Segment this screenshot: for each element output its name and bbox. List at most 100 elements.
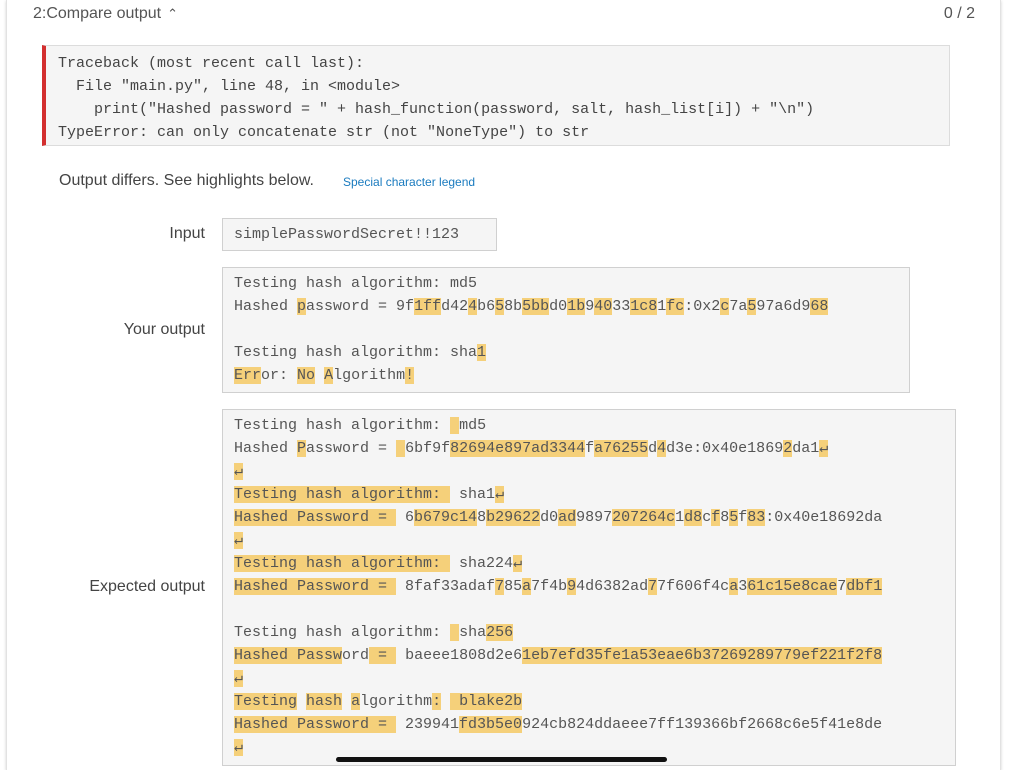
diff-highlight: 1c8 [630, 298, 658, 315]
output-text: lgorithm [333, 367, 406, 384]
output-text: 924cb824ddaeee7ff139366bf2668c6e5f41e8de [522, 716, 883, 733]
diff-highlight: d8 [684, 509, 703, 526]
diff-highlight: 1eb7efd35fe1a53eae6b37269289779ef221f2f8 [522, 647, 883, 664]
output-text: 3 [738, 578, 748, 595]
output-line: Testing hash algorithm: sha256 [234, 624, 514, 641]
expected-output-box: Testing hash algorithm: md5 Hashed Passw… [222, 409, 956, 766]
output-line: Testing hash algorithm: blake2b [234, 693, 523, 710]
diff-highlight: 207264c [612, 509, 676, 526]
diff-highlight [450, 417, 460, 434]
output-text: Testing hash algorithm: [234, 417, 451, 434]
diff-highlight: fd3b5e0 [459, 716, 523, 733]
output-line: ↵ [234, 739, 244, 756]
newline-marker: ↵ [234, 739, 244, 756]
input-label: Input [169, 225, 205, 242]
your-output-box: Testing hash algorithm: md5 Hashed passw… [222, 267, 910, 393]
test-title: 2:Compare output [33, 5, 162, 22]
your-output-text: Testing hash algorithm: md5 Hashed passw… [234, 272, 909, 387]
diff-highlight: 4 [657, 440, 667, 457]
diff-highlight: 7 [495, 578, 505, 595]
newline-marker: ↵ [234, 670, 244, 687]
newline-marker: ↵ [234, 463, 244, 480]
diff-highlight: 256 [486, 624, 514, 641]
diff-highlight: 83 [747, 509, 766, 526]
output-text: 8faf33adaf [396, 578, 496, 595]
newline-marker: ↵ [819, 440, 829, 457]
output-text: 7a [729, 298, 748, 315]
diff-highlight: 7 [648, 578, 658, 595]
diff-highlight: hash [306, 693, 343, 710]
diff-highlight: b679c14 [414, 509, 478, 526]
output-line: Hashed Password = 8faf33adaf785a7f4b94d6… [234, 578, 883, 595]
compare-output-toggle[interactable]: 2:Compare output ⌃ [33, 5, 178, 23]
output-line: Testing hash algorithm: sha1↵ [234, 486, 505, 503]
output-text: 9 [585, 298, 595, 315]
diff-highlight: 5 [747, 298, 757, 315]
diff-highlight: : [432, 693, 442, 710]
diff-highlight [396, 440, 406, 457]
output-text: 33 [612, 298, 631, 315]
output-text: d0 [540, 509, 559, 526]
diff-highlight: 2 [783, 440, 793, 457]
diff-highlight: 4 [468, 298, 478, 315]
output-text: 6 [396, 509, 415, 526]
output-text: d0 [549, 298, 568, 315]
output-text: 9897 [576, 509, 613, 526]
diff-highlight: ad [558, 509, 577, 526]
diff-highlight: a [729, 578, 739, 595]
traceback-line: print("Hashed password = " + hash_functi… [58, 101, 815, 118]
horizontal-scrollbar[interactable] [336, 757, 667, 762]
diff-highlight: 1 [477, 344, 487, 361]
diff-highlight: Hashed Password = [234, 578, 397, 595]
traceback-line: TypeError: can only concatenate str (not… [58, 124, 590, 141]
output-text: c [702, 509, 712, 526]
output-line: Hashed Password = baeee1808d2e61eb7efd35… [234, 647, 883, 664]
diff-highlight: 1ff [414, 298, 442, 315]
output-text: Hashed [234, 298, 298, 315]
diff-highlight: Testing hash algorithm: [234, 555, 451, 572]
output-text: 8b [504, 298, 523, 315]
output-text: Testing hash algorithm: md5 [234, 275, 478, 292]
output-line: Testing hash algorithm: sha224↵ [234, 555, 523, 572]
output-text: 6bf9f [405, 440, 451, 457]
output-differs-message: Output differs. See highlights below. [59, 172, 314, 189]
output-text: 7f4b [531, 578, 568, 595]
output-text: sha [459, 624, 487, 641]
diff-highlight: 9 [567, 578, 577, 595]
diff-highlight: a [522, 578, 532, 595]
output-text: d [648, 440, 658, 457]
output-line: Testing hash algorithm: md5 [234, 275, 477, 292]
output-text: :0x2 [684, 298, 721, 315]
diff-highlight: 5 [729, 509, 739, 526]
expected-output-label: Expected output [89, 578, 205, 595]
expected-output-text: Testing hash algorithm: md5 Hashed Passw… [234, 414, 955, 759]
diff-highlight: 82694e897ad3344 [450, 440, 586, 457]
diff-highlight [450, 624, 460, 641]
diff-highlight: Hashed Passw [234, 647, 343, 664]
output-text: :0x40e18692da [765, 509, 883, 526]
diff-highlight: dbf1 [846, 578, 883, 595]
chevron-up-icon: ⌃ [167, 6, 178, 21]
diff-highlight: No [297, 367, 316, 384]
diff-highlight: 5 [495, 298, 505, 315]
output-line: ↵ [234, 532, 244, 549]
diff-highlight: = [369, 647, 397, 664]
output-text: d42 [441, 298, 469, 315]
diff-highlight: Testing [234, 693, 298, 710]
output-text: assword = 9f [306, 298, 415, 315]
special-character-legend-link[interactable]: Special character legend [343, 175, 475, 189]
output-text: ord [342, 647, 370, 664]
output-text: 4d6382ad [576, 578, 649, 595]
diff-highlight: ! [405, 367, 415, 384]
output-text: baeee1808d2e6 [396, 647, 523, 664]
diff-highlight: P [297, 440, 307, 457]
newline-marker: ↵ [495, 486, 505, 503]
diff-highlight: Err [234, 367, 262, 384]
diff-highlight: a [351, 693, 361, 710]
output-text: 7f606f4c [657, 578, 730, 595]
output-text: 8 [720, 509, 730, 526]
diff-highlight: 61c15e8cae [747, 578, 838, 595]
